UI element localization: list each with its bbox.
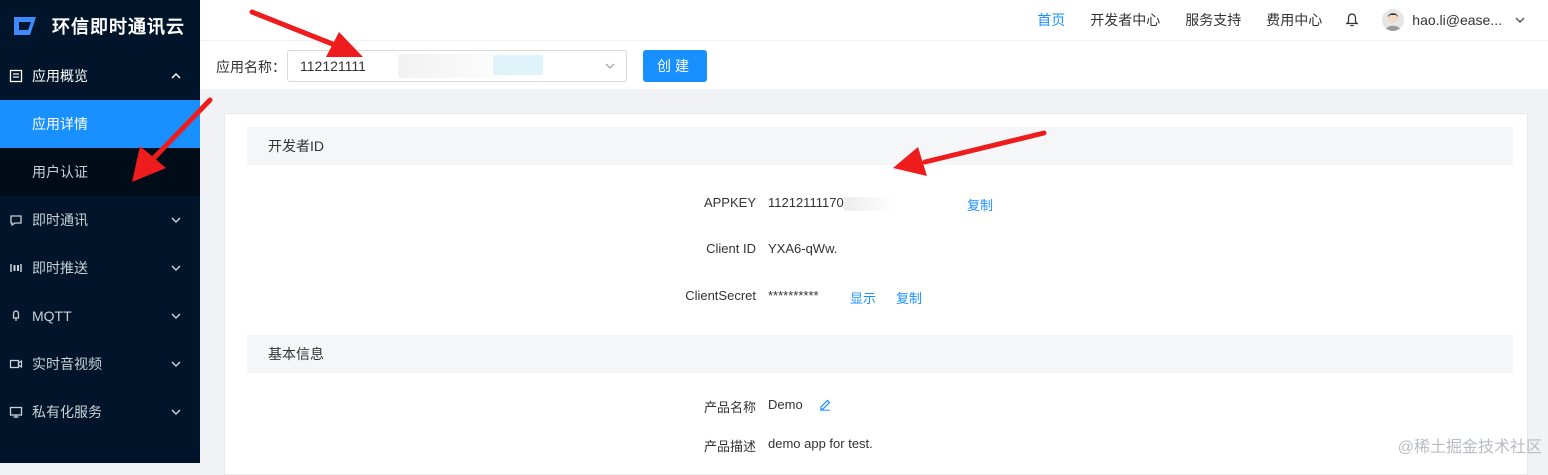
- app-bar: 应用名称： 112121111 创建: [200, 40, 1548, 89]
- menu-item-rtc[interactable]: 实时音视频: [0, 340, 200, 388]
- app-name-label: 应用名称：: [216, 59, 286, 75]
- chevron-down-icon: [171, 265, 181, 272]
- app-detail-card: 开发者ID APPKEY 11212111170 复制 Client ID YX…: [224, 113, 1528, 475]
- client-secret-row: ClientSecret ********** 显示 复制: [225, 288, 1527, 308]
- watermark: @稀土掘金技术社区: [1397, 439, 1542, 456]
- mqtt-icon: [8, 308, 24, 324]
- product-name-row: 产品名称 Demo: [225, 397, 1527, 417]
- chevron-up-icon: [171, 72, 181, 79]
- app-select-value: 112121111: [300, 58, 366, 74]
- nav-link-billing[interactable]: 费用中心: [1266, 10, 1322, 30]
- chevron-down-icon: [171, 313, 181, 320]
- video-icon: [8, 356, 24, 372]
- appkey-label: APPKEY: [703, 195, 756, 210]
- menu-item-im[interactable]: 即时通讯: [0, 196, 200, 244]
- user-avatar-icon: [1385, 13, 1402, 31]
- bell-icon[interactable]: [1344, 12, 1360, 28]
- copy-secret-button[interactable]: 复制: [896, 288, 922, 307]
- menu-item-overview[interactable]: 应用概览: [0, 52, 200, 100]
- logo-icon: [14, 17, 36, 35]
- menu-item-private[interactable]: 私有化服务: [0, 388, 200, 436]
- nav-link-support[interactable]: 服务支持: [1185, 10, 1241, 30]
- menu-label: 应用概览: [32, 68, 88, 84]
- avatar[interactable]: [1382, 9, 1405, 31]
- user-email[interactable]: hao.li@ease...: [1412, 12, 1502, 28]
- sidebar: 环信即时通讯云 应用概览 应用详情 用户认证 即时通讯 即时推送 MQTT 实时…: [0, 0, 200, 463]
- copy-appkey-button[interactable]: 复制: [967, 195, 993, 214]
- chevron-down-icon: [605, 63, 615, 69]
- chevron-down-icon: [171, 217, 181, 224]
- create-button[interactable]: 创建: [643, 50, 707, 82]
- monitor-icon: [8, 404, 24, 420]
- product-desc-row: 产品描述 demo app for test.: [225, 436, 1527, 456]
- chevron-down-icon: [171, 409, 181, 416]
- menu-item-mqtt[interactable]: MQTT: [0, 292, 200, 340]
- submenu-item-user-auth[interactable]: 用户认证: [0, 148, 200, 196]
- redacted-region: [398, 54, 508, 78]
- brand[interactable]: 环信即时通讯云: [0, 0, 200, 52]
- client-id-value: YXA6-qWw.: [768, 241, 838, 256]
- app-select[interactable]: 112121111: [287, 50, 627, 82]
- overview-icon: [8, 68, 24, 84]
- appkey-value: 11212111170: [768, 195, 894, 211]
- menu-label: 即时推送: [32, 260, 88, 276]
- menu-label: 即时通讯: [32, 212, 88, 228]
- top-header: 首页 开发者中心 服务支持 费用中心 hao.li@ease...: [200, 0, 1548, 40]
- submenu-item-app-detail[interactable]: 应用详情: [0, 100, 200, 148]
- client-id-label: Client ID: [706, 241, 756, 256]
- menu-label: 实时音视频: [32, 356, 102, 372]
- appkey-text: 11212111170: [768, 195, 844, 210]
- client-secret-label: ClientSecret: [685, 288, 756, 303]
- chat-icon: [8, 212, 24, 228]
- nav-link-home[interactable]: 首页: [1037, 10, 1065, 30]
- menu-item-push[interactable]: 即时推送: [0, 244, 200, 292]
- menu-label: MQTT: [32, 308, 72, 324]
- submenu-label: 应用详情: [32, 116, 88, 132]
- redacted-region: [493, 55, 543, 75]
- appkey-row: APPKEY 11212111170 复制: [225, 195, 1527, 215]
- push-icon: [8, 260, 24, 276]
- redacted-region: [843, 196, 894, 211]
- product-name-text: Demo: [768, 397, 803, 412]
- edit-icon[interactable]: [818, 397, 832, 411]
- chevron-down-icon[interactable]: [1514, 14, 1526, 26]
- client-id-row: Client ID YXA6-qWw.: [225, 241, 1527, 261]
- brand-name: 环信即时通讯云: [52, 17, 185, 37]
- product-desc-label: 产品描述: [703, 439, 756, 454]
- top-nav: 首页 开发者中心 服务支持 费用中心 hao.li@ease...: [1012, 0, 1526, 40]
- product-name-value: Demo: [768, 397, 832, 412]
- show-secret-button[interactable]: 显示: [850, 288, 876, 307]
- client-secret-value: **********: [768, 288, 819, 303]
- menu-label: 私有化服务: [32, 404, 102, 420]
- nav-link-developer-center[interactable]: 开发者中心: [1090, 10, 1160, 30]
- section-basic-info: 基本信息: [247, 335, 1513, 373]
- product-name-label: 产品名称: [703, 400, 756, 415]
- section-developer-id: 开发者ID: [247, 127, 1513, 165]
- product-desc-value: demo app for test.: [768, 436, 873, 451]
- chevron-down-icon: [171, 361, 181, 368]
- submenu-label: 用户认证: [32, 164, 88, 180]
